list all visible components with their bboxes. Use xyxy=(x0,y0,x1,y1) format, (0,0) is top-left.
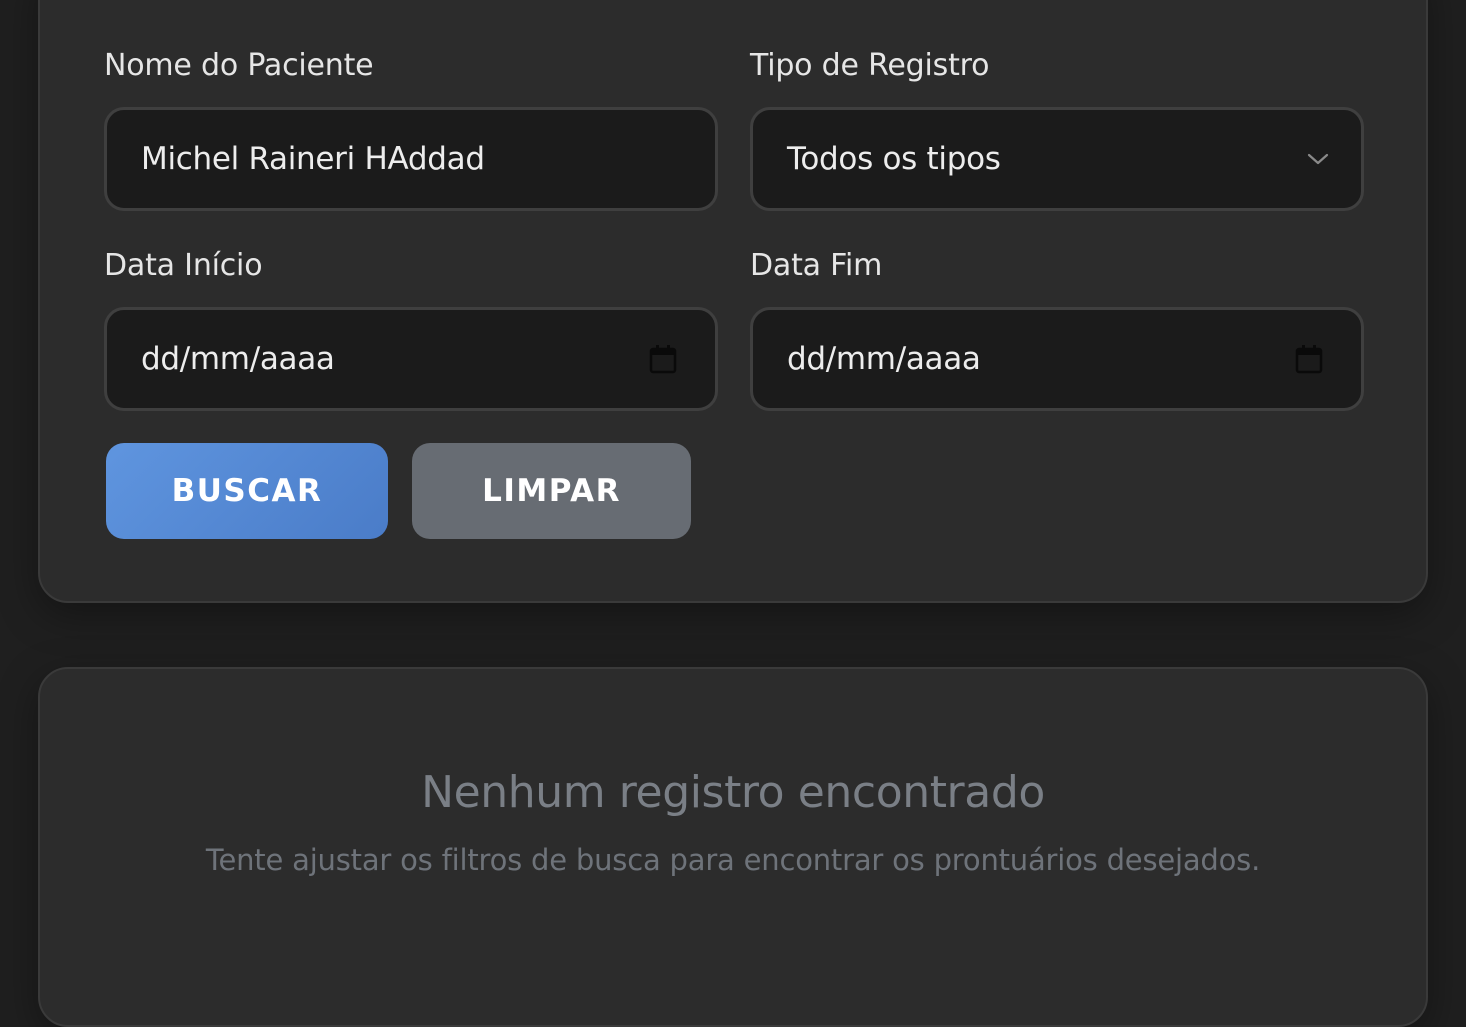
empty-state-message: Tente ajustar os filtros de busca para e… xyxy=(205,843,1261,877)
end-date-placeholder: dd/mm/aaaa xyxy=(787,341,981,377)
patient-name-value: Michel Raineri HAddad xyxy=(141,141,485,177)
empty-state-title: Nenhum registro encontrado xyxy=(421,767,1045,818)
results-card: Nenhum registro encontrado Tente ajustar… xyxy=(38,667,1428,1027)
end-date-label: Data Fim xyxy=(750,248,883,283)
record-type-selected: Todos os tipos xyxy=(787,141,1001,177)
clear-button[interactable]: LIMPAR xyxy=(412,443,691,539)
start-date-input[interactable]: dd/mm/aaaa xyxy=(104,307,718,411)
patient-name-label: Nome do Paciente xyxy=(104,48,374,83)
start-date-placeholder: dd/mm/aaaa xyxy=(141,341,335,377)
filter-card: Nome do Paciente Michel Raineri HAddad T… xyxy=(38,0,1428,603)
record-type-select[interactable]: Todos os tipos xyxy=(750,107,1364,211)
patient-name-input[interactable]: Michel Raineri HAddad xyxy=(104,107,718,211)
end-date-input[interactable]: dd/mm/aaaa xyxy=(750,307,1364,411)
chevron-down-icon xyxy=(1307,153,1329,165)
calendar-icon[interactable] xyxy=(1295,344,1323,374)
start-date-label: Data Início xyxy=(104,248,263,283)
calendar-icon[interactable] xyxy=(649,344,677,374)
search-button[interactable]: BUSCAR xyxy=(106,443,388,539)
record-type-label: Tipo de Registro xyxy=(750,48,990,83)
